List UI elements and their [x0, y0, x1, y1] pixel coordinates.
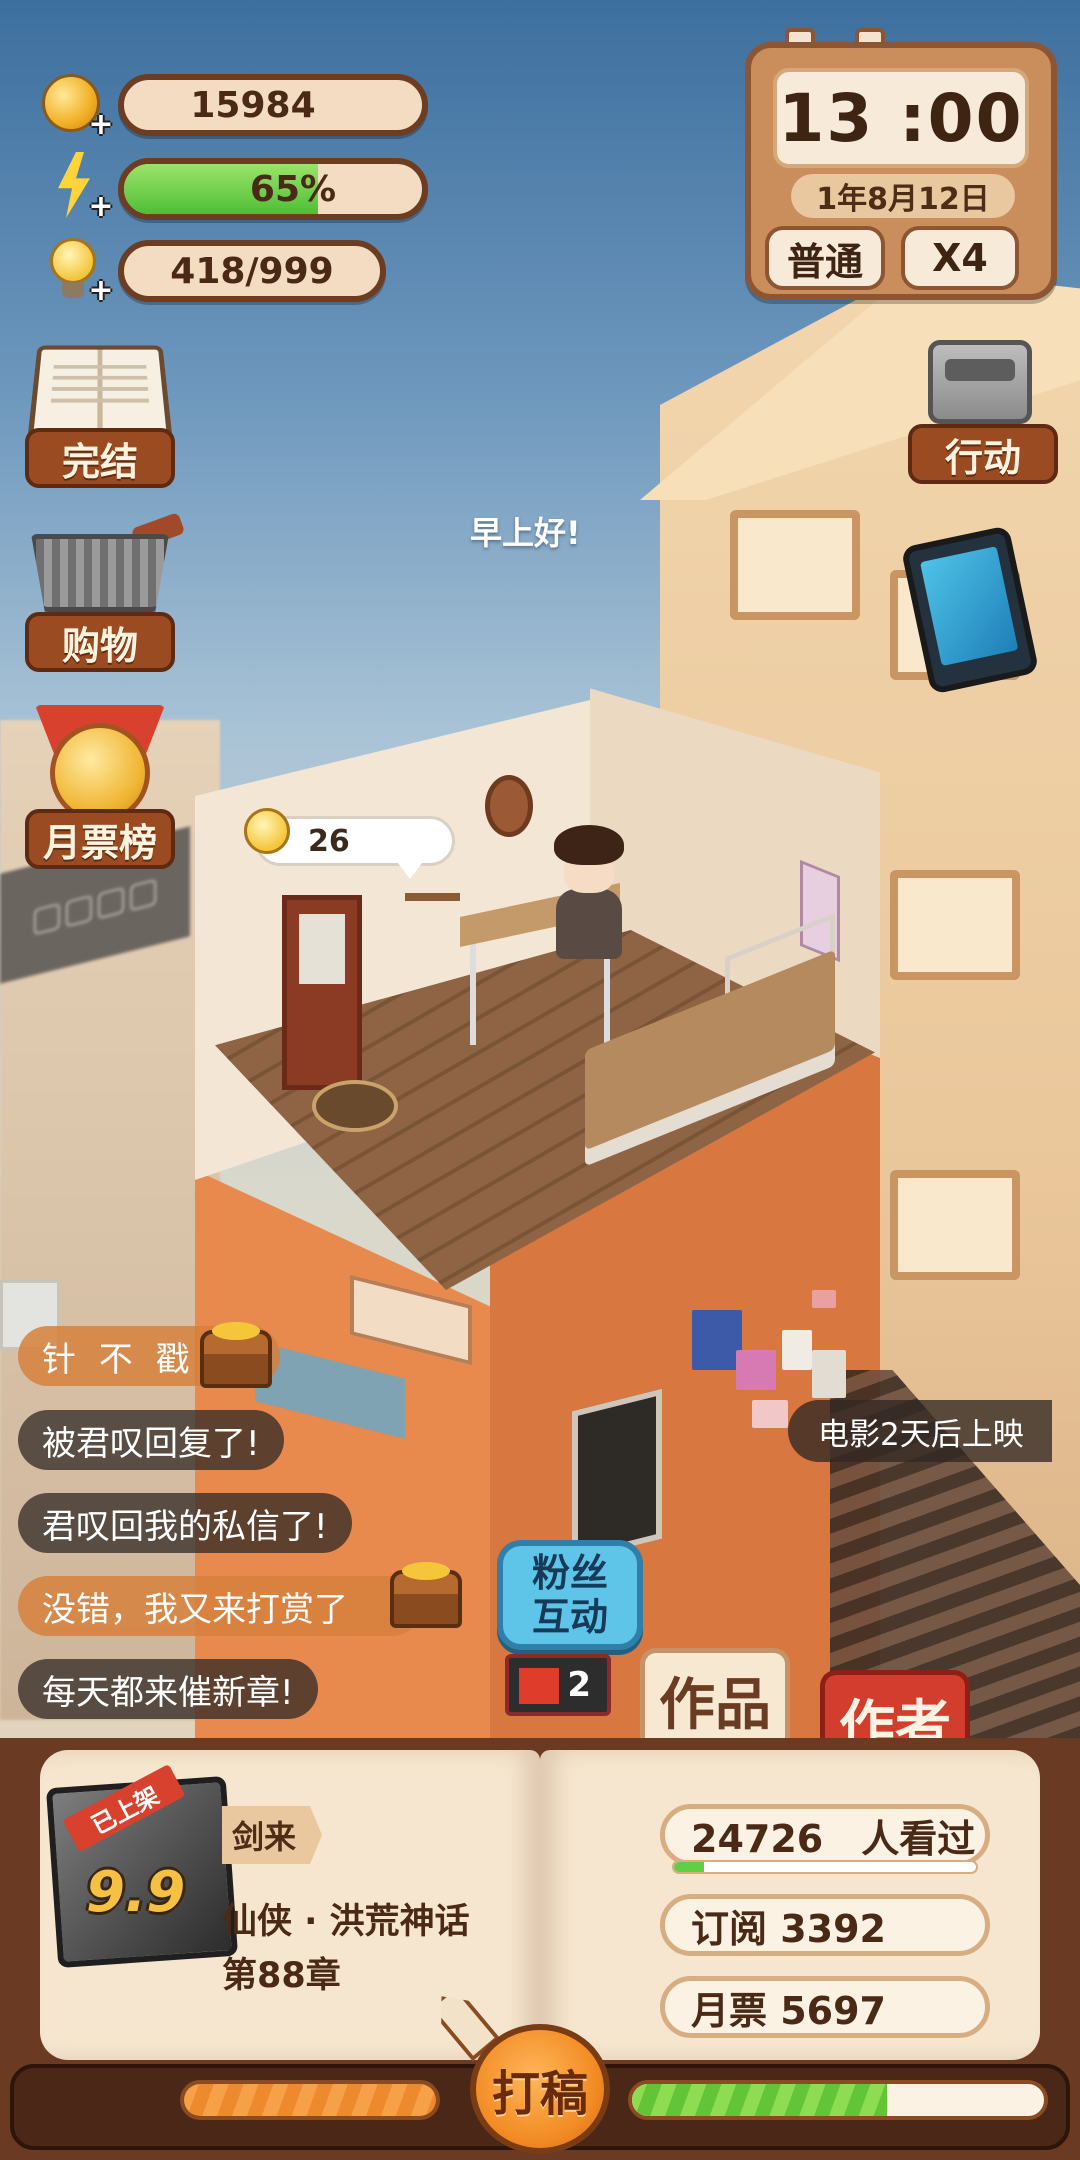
views-text: 24726 人看过 [691, 1816, 976, 1861]
action-icon [928, 340, 1032, 424]
fan-interact-button[interactable]: 粉丝互动 [497, 1540, 643, 1650]
monthly-votes-text: 月票 5697 [691, 1988, 886, 2033]
basket-icon [31, 534, 169, 612]
shopping-label: 购物 [25, 612, 175, 672]
draft-progress-right-fill [632, 2084, 888, 2116]
room-door[interactable] [282, 895, 362, 1090]
complete-label: 完结 [25, 428, 175, 488]
fan-notification-badge[interactable]: 2 [505, 1654, 611, 1716]
novel-chapter: 第88章 [222, 1956, 341, 1996]
character-body [556, 889, 622, 959]
speed-mode-button[interactable]: 普通 [765, 226, 885, 290]
chat-text: 针 不 戳 [42, 1339, 196, 1380]
chat-text: 每天都来催新章! [42, 1672, 294, 1713]
movie-notice-text: 电影2天后上映 [818, 1416, 1024, 1453]
coin-amount: 15984 [190, 84, 316, 126]
fan-interact-label: 粉丝互动 [531, 1551, 608, 1639]
chat-text: 君叹回我的私信了! [42, 1506, 328, 1547]
complete-button[interactable]: 完结 [25, 340, 175, 490]
novel-title: 剑来 [222, 1806, 322, 1864]
medal-icon [50, 723, 150, 823]
novel-genre: 仙侠 · 洪荒神话 [222, 1902, 470, 1942]
novel-score: 9.9 [86, 1860, 186, 1925]
idea-bubble-count: 26 [308, 823, 350, 859]
ground-door [572, 1388, 662, 1562]
clock-panel: 13 :00 1年8月12日 普通 X4 [745, 42, 1057, 300]
speed-multiplier-button[interactable]: X4 [901, 226, 1019, 290]
writer-character[interactable] [548, 825, 628, 965]
idea-count: 418/999 [170, 250, 334, 292]
action-label: 行动 [908, 424, 1058, 484]
fan-badge-count: 2 [567, 1665, 591, 1705]
treasure-chest-icon [200, 1322, 272, 1388]
treasure-chest-icon [390, 1562, 462, 1628]
floor-rug [312, 1080, 398, 1132]
subscriptions-stat: 订阅 3392 [660, 1894, 990, 1956]
wall-shelf [405, 893, 460, 901]
chat-message: 君叹回我的私信了! [18, 1493, 352, 1553]
chat-message: 没错，我又来打赏了 [18, 1576, 422, 1636]
monthly-rank-button[interactable]: 月票榜 [25, 705, 175, 875]
clock-date: 1年8月12日 [791, 174, 1015, 218]
draft-progress-left-fill [184, 2084, 436, 2116]
energy-bolt-icon[interactable]: + [38, 150, 114, 222]
draft-progress-right [628, 2080, 1048, 2120]
greeting-text: 早上好! [470, 514, 581, 552]
idea-bulb-icon [244, 808, 290, 854]
character-hair [554, 825, 624, 865]
chat-message: 被君叹回复了! [18, 1410, 284, 1470]
energy-percent: 65% [249, 168, 337, 210]
monthly-votes-stat: 月票 5697 [660, 1976, 990, 2038]
chat-message: 每天都来催新章! [18, 1659, 318, 1719]
round-window [485, 775, 533, 837]
views-progress-bar [672, 1860, 978, 1874]
chat-text: 没错，我又来打赏了 [42, 1589, 348, 1630]
energy-bar: 65% [118, 158, 428, 220]
draft-button[interactable]: 打稿 [470, 2024, 610, 2154]
action-button[interactable]: 行动 [908, 340, 1058, 490]
idea-bulb-icon[interactable]: + [38, 234, 114, 306]
coin-icon[interactable]: + [38, 68, 114, 140]
draft-progress-left [180, 2080, 440, 2120]
chat-text: 被君叹回复了! [42, 1423, 260, 1464]
views-stat: 24726 人看过 [660, 1804, 990, 1866]
book-icon [27, 345, 173, 438]
idea-bar: 418/999 [118, 240, 386, 302]
clock-time: 13 :00 [773, 68, 1029, 168]
views-progress-fill [674, 1862, 705, 1872]
coin-bar: 15984 [118, 74, 428, 136]
movie-notice[interactable]: 电影2天后上映 [788, 1400, 1052, 1462]
tab-works[interactable]: 作品 [640, 1648, 790, 1748]
shopping-button[interactable]: 购物 [25, 512, 186, 675]
monthly-rank-label: 月票榜 [25, 809, 175, 869]
subscriptions-text: 订阅 3392 [691, 1906, 886, 1951]
